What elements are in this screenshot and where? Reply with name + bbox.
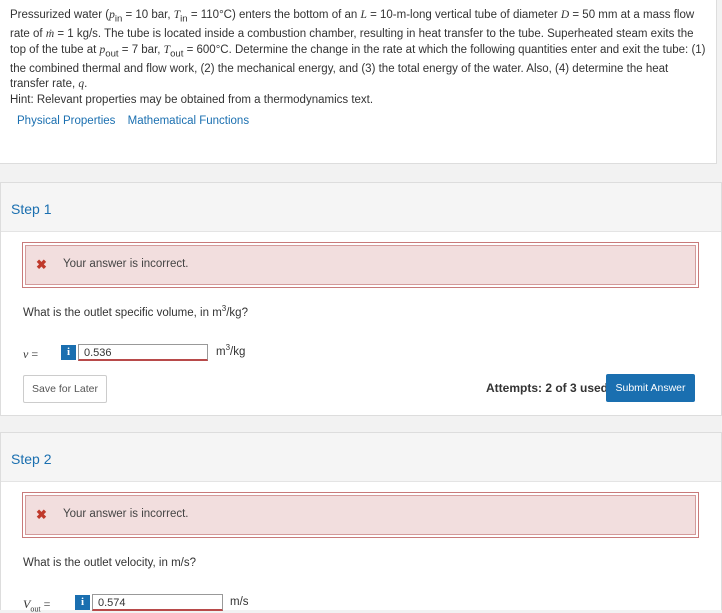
- step-1-unit-label: m3/kg: [216, 343, 246, 358]
- step-2-variable-label: Vout =: [23, 597, 51, 613]
- step-1-title: Step 1: [11, 201, 52, 217]
- error-x-icon: ✖: [36, 257, 47, 272]
- step-2-unit-label: m/s: [230, 596, 249, 608]
- step-2-header[interactable]: Step 2: [1, 433, 721, 482]
- step-2-error-message: Your answer is incorrect.: [63, 508, 189, 520]
- error-x-icon: ✖: [36, 507, 47, 522]
- submit-answer-button[interactable]: Submit Answer: [606, 374, 695, 402]
- problem-panel: Pressurized water (pin = 10 bar, Tin = 1…: [0, 0, 717, 164]
- step-1-header[interactable]: Step 1: [1, 183, 721, 232]
- problem-statement: Pressurized water (pin = 10 bar, Tin = 1…: [10, 9, 706, 91]
- step-2-panel: Step 2 ✖ Your answer is incorrect. What …: [0, 432, 722, 613]
- step-2-error-alert: ✖ Your answer is incorrect.: [25, 495, 696, 535]
- step-1-error-alert: ✖ Your answer is incorrect.: [25, 245, 696, 285]
- step-2-answer-input[interactable]: 0.574: [92, 594, 223, 611]
- resource-links: Physical Properties Mathematical Functio…: [17, 115, 258, 127]
- step-1-question: What is the outlet specific volume, in m…: [23, 304, 248, 319]
- step-1-info-icon[interactable]: i: [61, 345, 76, 360]
- step-1-variable-label: v =: [23, 347, 39, 361]
- physical-properties-link[interactable]: Physical Properties: [17, 115, 115, 127]
- step-1-answer-input[interactable]: 0.536: [78, 344, 208, 361]
- step-2-question: What is the outlet velocity, in m/s?: [23, 557, 196, 569]
- attempts-counter: Attempts: 2 of 3 used: [486, 381, 609, 395]
- step-2-title: Step 2: [11, 451, 52, 467]
- save-for-later-button[interactable]: Save for Later: [23, 375, 107, 403]
- hint-text: Hint: Relevant properties may be obtaine…: [10, 94, 374, 106]
- step-1-error-message: Your answer is incorrect.: [63, 258, 189, 270]
- step-2-info-icon[interactable]: i: [75, 595, 90, 610]
- step-1-panel: Step 1 ✖ Your answer is incorrect. What …: [0, 182, 722, 416]
- mathematical-functions-link[interactable]: Mathematical Functions: [128, 115, 249, 127]
